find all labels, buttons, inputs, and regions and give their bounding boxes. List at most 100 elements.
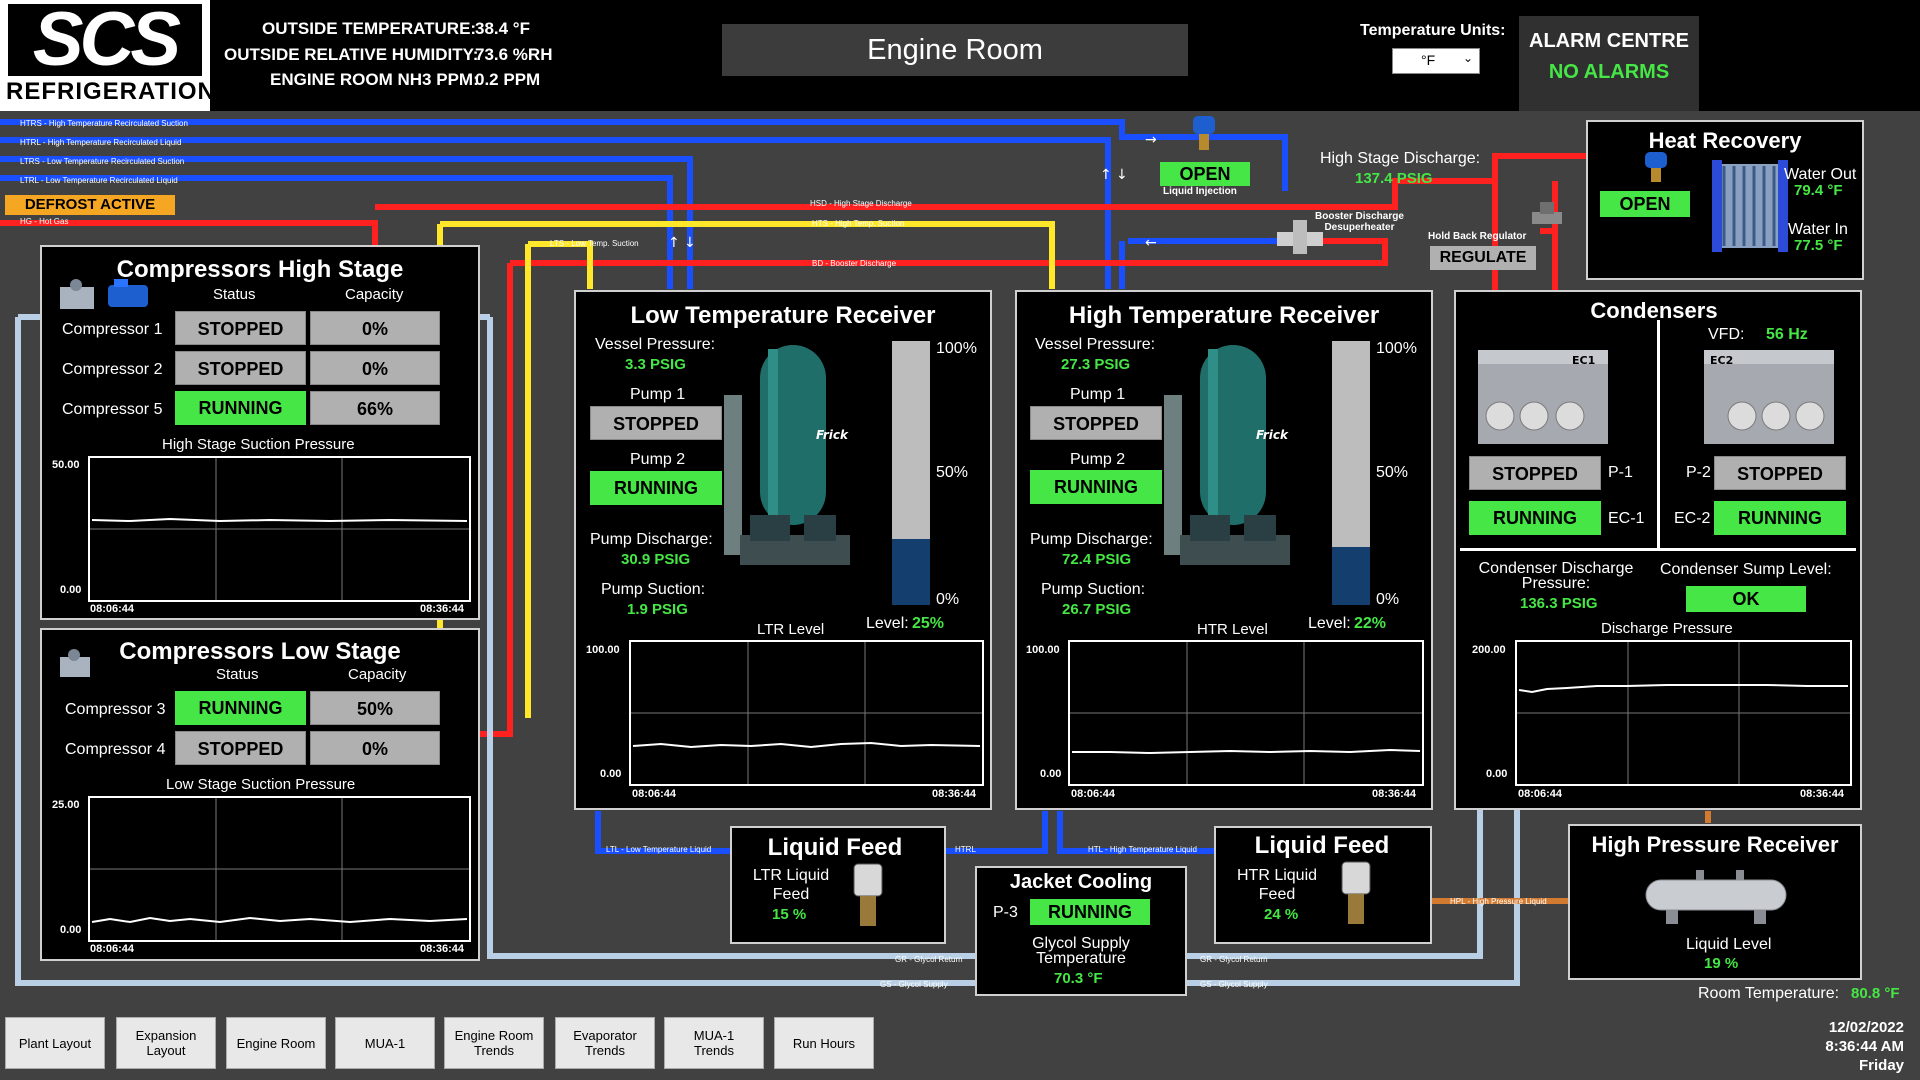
nav-run-hours[interactable]: Run Hours: [774, 1017, 874, 1069]
ec1-pump-label: EC-1: [1608, 510, 1645, 527]
water-out-value: 79.4 °F: [1794, 182, 1843, 199]
discharge-trend-chart[interactable]: [1515, 640, 1852, 786]
y-min-label: 0.00: [1040, 768, 1062, 780]
evaporative-condenser-icon: EC1: [1478, 350, 1608, 444]
htr-level-label: Level:: [1308, 615, 1351, 632]
p2-status[interactable]: STOPPED: [1714, 456, 1846, 490]
hold-back-label: Hold Back Regulator: [1428, 231, 1527, 242]
htr-feed-label: HTR Liquid Feed: [1236, 867, 1318, 903]
ltr-level-label: Level:: [866, 615, 909, 632]
nh3-value: 0.2 PPM: [475, 70, 541, 89]
comp-high-row-status[interactable]: RUNNING: [175, 391, 306, 425]
solenoid-valve-icon[interactable]: [1190, 114, 1220, 154]
x-end-label: 08:36:44: [1800, 788, 1845, 800]
hpr-level-label: Liquid Level: [1686, 936, 1772, 953]
scale-50: 50%: [1376, 464, 1409, 481]
liquid-feed-htr-title: Liquid Feed: [1254, 832, 1390, 859]
htr-level-bar: [1332, 341, 1370, 605]
nav-plant-layout[interactable]: Plant Layout: [5, 1017, 105, 1069]
glycol-supply-label: Glycol Supply Temperature: [1032, 935, 1130, 967]
hsd-value: 137.4 PSIG: [1355, 170, 1433, 187]
units-select-value: °F: [1421, 52, 1436, 68]
pipe-hts: [440, 221, 1055, 289]
feed-valve-icon[interactable]: [1338, 860, 1374, 930]
water-in-value: 77.5 °F: [1794, 237, 1843, 254]
comp-low-row-status[interactable]: RUNNING: [175, 691, 306, 725]
ltr-pump2-status[interactable]: RUNNING: [590, 471, 722, 505]
room-temp-label: Room Temperature:: [1698, 985, 1840, 1002]
low-stage-trend-chart[interactable]: [88, 796, 471, 942]
alarm-title: ALARM CENTRE: [1529, 30, 1689, 52]
pipe-label-hpl: HPL - High Pressure Liquid: [1450, 897, 1547, 906]
pipe-label-htrl-short: HTRL: [955, 845, 976, 854]
y-min-label: 0.00: [60, 584, 82, 596]
ltr-level-value: 25%: [912, 615, 945, 632]
ltr-trend-chart[interactable]: [629, 640, 984, 786]
htr-pump1-status[interactable]: STOPPED: [1030, 406, 1162, 440]
x-start-label: 08:06:44: [1518, 788, 1563, 800]
pipe-label-hg: HG - Hot Gas: [20, 217, 69, 226]
pipe-label-ltrs: LTRS - Low Temperature Recirculated Suct…: [20, 157, 185, 166]
ltr-pump1-status[interactable]: STOPPED: [590, 406, 722, 440]
htr-level-fill: [1332, 547, 1370, 605]
htr-discharge-label: Pump Discharge:: [1030, 531, 1153, 548]
comp-high-capacity-header: Capacity: [345, 286, 404, 303]
comp-high-row-capacity: 0%: [310, 311, 440, 345]
nav-mua-1-trends[interactable]: MUA-1 Trends: [664, 1017, 764, 1069]
high-stage-trend-chart[interactable]: [88, 456, 471, 602]
liquid-injection-status[interactable]: OPEN: [1160, 162, 1250, 186]
htr-trend-chart[interactable]: [1068, 640, 1424, 786]
alarm-centre[interactable]: ALARM CENTRE NO ALARMS: [1519, 16, 1699, 111]
comp-high-row-capacity: 66%: [310, 391, 440, 425]
defrost-active-badge: DEFROST ACTIVE: [5, 195, 175, 215]
condenser-discharge-label: Condenser Discharge Pressure:: [1478, 560, 1634, 592]
comp-low-row-status[interactable]: STOPPED: [175, 731, 306, 765]
comp-high-row-status[interactable]: STOPPED: [175, 351, 306, 385]
x-end-label: 08:36:44: [1372, 788, 1417, 800]
heat-recovery-valve-icon[interactable]: [1642, 150, 1672, 186]
ec2-pump-label: EC-2: [1674, 510, 1711, 527]
time-display: 8:36:44 AM: [1825, 1038, 1904, 1055]
logo-sub-text: REFRIGERATION: [6, 78, 216, 105]
vfd-value: 56 Hz: [1766, 326, 1808, 343]
pipe-lts: [528, 241, 593, 289]
units-label: Temperature Units:: [1360, 22, 1506, 39]
comp-low-row-capacity: 0%: [310, 731, 440, 765]
htr-level-value: 22%: [1354, 615, 1387, 632]
horizontal-receiver-icon: [1645, 870, 1787, 924]
y-max-label: 200.00: [1472, 644, 1506, 656]
comp-high-row-name: Compressor 1: [62, 321, 163, 338]
nav-engine-room-trends[interactable]: Engine Room Trends: [444, 1017, 544, 1069]
pipe-label-gr2: GR - Glycol Return: [1200, 955, 1268, 964]
p1-status[interactable]: STOPPED: [1469, 456, 1601, 490]
glycol-supply-value: 70.3 °F: [1054, 970, 1103, 987]
htr-vessel-label: Vessel Pressure:: [1035, 336, 1156, 353]
scale-100: 100%: [936, 340, 977, 357]
nav-expansion-layout[interactable]: Expansion Layout: [116, 1017, 216, 1069]
htr-suction-label: Pump Suction:: [1041, 581, 1146, 598]
x-start-label: 08:06:44: [90, 943, 135, 955]
pipe-label-htrl: HTRL - High Temperature Recirculated Liq…: [20, 138, 182, 147]
nh3-label: ENGINE ROOM NH3 PPM:: [270, 70, 479, 89]
nav-engine-room[interactable]: Engine Room: [226, 1017, 326, 1069]
ec1-status[interactable]: RUNNING: [1469, 501, 1601, 535]
feed-valve-icon[interactable]: [850, 862, 886, 932]
x-start-label: 08:06:44: [90, 603, 135, 615]
units-select[interactable]: °F ⌄: [1392, 48, 1480, 74]
p3-status[interactable]: RUNNING: [1030, 899, 1150, 925]
ltr-suction-value: 1.9 PSIG: [627, 601, 688, 618]
ltr-discharge-value: 30.9 PSIG: [621, 551, 691, 568]
frick-brand: Frick: [1256, 428, 1289, 442]
comp-high-row-name: Compressor 2: [62, 361, 163, 378]
heat-recovery-valve-status[interactable]: OPEN: [1600, 191, 1690, 217]
ec2-status[interactable]: RUNNING: [1714, 501, 1846, 535]
trend-title: Discharge Pressure: [1601, 620, 1733, 637]
comp-low-row-name: Compressor 3: [65, 701, 166, 718]
htr-pump2-status[interactable]: RUNNING: [1030, 470, 1162, 504]
comp-high-row-status[interactable]: STOPPED: [175, 311, 306, 345]
nav-evaporator-trends[interactable]: Evaporator Trends: [555, 1017, 655, 1069]
outside-rh-value: 73.6 %RH: [475, 45, 553, 64]
nav-mua-1[interactable]: MUA-1: [335, 1017, 435, 1069]
hold-back-status[interactable]: REGULATE: [1430, 246, 1536, 270]
pipe-label-htrs: HTRS - High Temperature Recirculated Suc…: [20, 119, 188, 128]
